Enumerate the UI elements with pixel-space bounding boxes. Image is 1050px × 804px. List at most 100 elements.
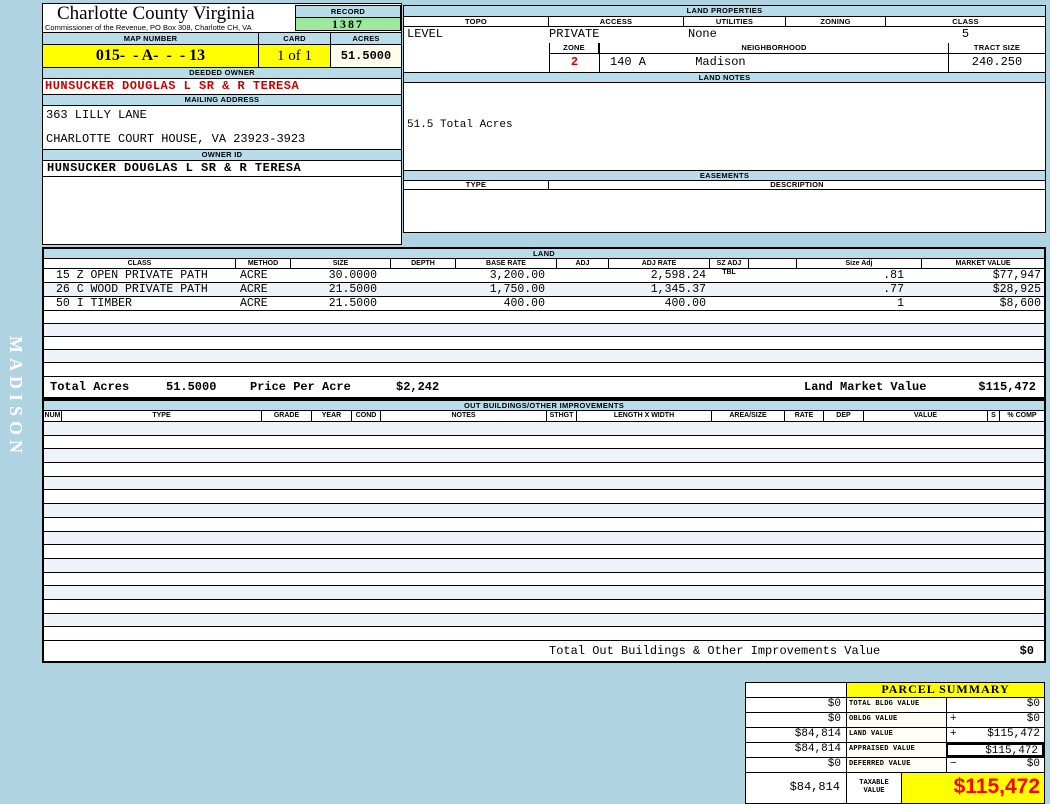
ps-row-obldg: $0 OBLDG VALUE + $0 <box>746 712 1044 727</box>
tract-size-value: 240.250 <box>971 55 1023 69</box>
land-note: 51.5 Total Acres <box>407 119 513 131</box>
ps-value: $0 <box>1026 713 1040 725</box>
ob-empty-row <box>44 518 1044 532</box>
easements-headers: TYPE DESCRIPTION <box>404 181 1045 190</box>
land-row-size: 21.5000 <box>328 297 377 310</box>
ps-taxable-prior: $84,814 <box>789 780 840 794</box>
ob-rate-header: RATE <box>785 411 824 421</box>
neighborhood-code: 140 A <box>610 55 647 69</box>
ob-s-header: S <box>988 411 1000 421</box>
land-row-blank <box>749 283 797 296</box>
owner-panel: Charlotte County Virginia Commissioner o… <box>42 3 402 245</box>
ob-year-header: YEAR <box>312 411 352 421</box>
ob-empty-row <box>44 449 1044 464</box>
land-row: 50 I TIMBER ACRE 21.5000 400.00 400.00 1… <box>44 297 1044 311</box>
land-row-market-value: $77,947 <box>992 269 1041 282</box>
out-buildings-panel: OUT BUILDINGS/OTHER IMPROVEMENTS NUM TYP… <box>42 399 1046 663</box>
parcel-summary-panel: PARCEL SUMMARY $0 TOTAL BLDG VALUE $0 $0… <box>745 682 1045 804</box>
ob-empty-row <box>44 600 1044 614</box>
zoning-label: ZONING <box>786 17 886 26</box>
owner-id-value: HUNSUCKER DOUGLAS L SR & R TERESA <box>43 161 401 177</box>
map-number-label: MAP NUMBER <box>43 33 259 45</box>
land-row-sz-adj-tbl <box>710 283 749 296</box>
land-empty-row <box>44 311 1044 324</box>
ob-num-header: NUM <box>44 411 62 421</box>
ob-empty-row <box>44 613 1044 628</box>
land-blank-header <box>749 259 797 268</box>
ps-value: $115,472 <box>987 728 1040 740</box>
ps-prior-value: $84,814 <box>794 743 841 755</box>
land-empty-row <box>44 363 1044 376</box>
ob-area-size-header: AREA/SIZE <box>712 411 785 421</box>
land-row-depth <box>391 283 456 296</box>
address-line-1: 363 LILLY LANE <box>46 108 147 122</box>
zone-row-spacer <box>404 43 549 72</box>
card-value: 1 of 1 <box>259 45 331 67</box>
land-row-size-adj: .81 <box>883 269 904 282</box>
ob-empty-row <box>44 531 1044 546</box>
ps-row-value-cell: + $0 <box>946 713 1044 727</box>
ob-empty-row <box>44 490 1044 505</box>
land-row-adj-rate: 2,598.24 <box>650 269 706 282</box>
land-table-headers: CLASS METHOD SIZE DEPTH BASE RATE ADJ AD… <box>44 259 1044 276</box>
taxable-value: $115,472 <box>901 773 1044 803</box>
land-row-sz-adj-tbl <box>710 297 749 310</box>
ps-row-taxable: $84,814 TAXABLE VALUE $115,472 <box>746 772 1044 803</box>
land-row-base-rate: 1,750.00 <box>489 283 545 296</box>
neighborhood-value: 140 A Madison <box>600 54 948 71</box>
land-row-adj <box>557 297 609 310</box>
ob-empty-row <box>44 436 1044 450</box>
ob-empty-row <box>44 504 1044 518</box>
ob-grade-header: GRADE <box>262 411 312 421</box>
utilities-value: None <box>688 27 717 41</box>
land-empty-row <box>44 350 1044 363</box>
land-table-panel: LAND CLASS METHOD SIZE DEPTH BASE RATE A… <box>42 247 1046 399</box>
ob-empty-row <box>44 586 1044 600</box>
ps-row-label: LAND VALUE <box>846 728 946 742</box>
ps-row-land: $84,814 LAND VALUE + $115,472 <box>746 727 1044 742</box>
ob-notes-header: NOTES <box>381 411 547 421</box>
topo-value: LEVEL <box>407 27 444 41</box>
parcel-summary-title: PARCEL SUMMARY <box>846 683 1044 697</box>
land-totals-row: Total Acres 51.5000 Price Per Acre $2,24… <box>44 376 1044 397</box>
land-row-method: ACRE <box>240 297 268 310</box>
land-properties-headers: TOPO ACCESS UTILITIES ZONING CLASS <box>404 17 1045 27</box>
land-section-label: LAND <box>44 249 1044 259</box>
ob-length-width-header: LENGTH X WIDTH <box>577 411 712 421</box>
out-buildings-total-row: Total Out Buildings & Other Improvements… <box>44 641 1044 661</box>
parcel-summary-header-row: PARCEL SUMMARY <box>746 683 1044 697</box>
address-line-2: CHARLOTTE COURT HOUSE, VA 23923-3923 <box>46 132 306 146</box>
land-row-depth <box>391 297 456 310</box>
ob-pct-comp-header: % COMP <box>1007 412 1037 419</box>
neighborhood-name: Madison <box>695 55 746 69</box>
land-row-adj-rate: 1,345.37 <box>650 283 706 296</box>
neighborhood-label: NEIGHBORHOOD <box>600 43 948 54</box>
mailing-address-label: MAILING ADDRESS <box>43 95 401 106</box>
total-acres-value: 51.5000 <box>166 380 217 394</box>
ps-row-label: DEFERRED VALUE <box>846 758 946 772</box>
ps-row-total-bldg: $0 TOTAL BLDG VALUE $0 <box>746 697 1044 712</box>
ob-empty-row <box>44 476 1044 491</box>
land-method-header: METHOD <box>236 259 291 268</box>
ob-empty-row <box>44 463 1044 477</box>
ps-row-label: APPRAISED VALUE <box>846 743 946 757</box>
ps-prior-value: $84,814 <box>794 728 841 740</box>
record-box: RECORD 1387 <box>295 5 401 31</box>
land-row-adj <box>557 283 609 296</box>
land-market-value-label: Land Market Value <box>804 380 927 394</box>
land-row-size: 30.0000 <box>328 269 377 282</box>
ob-value-header: VALUE <box>864 411 988 421</box>
ob-sthgt-header: STHGT <box>547 411 577 421</box>
land-row-blank <box>749 297 797 310</box>
ob-cond-header: COND <box>352 411 381 421</box>
land-adj-header: ADJ <box>557 259 609 268</box>
zone-value: 2 <box>570 55 579 69</box>
zone-neighborhood-row: ZONE 2 NEIGHBORHOOD 140 A Madison TRACT … <box>404 43 1045 72</box>
land-row-size: 21.5000 <box>328 283 377 296</box>
land-row-blank <box>749 269 797 282</box>
parcel-id-values: 015- - A- - - 13 1 of 1 51.5000 <box>43 45 401 68</box>
land-base-rate-header: BASE RATE <box>456 259 557 268</box>
total-acres-label: Total Acres <box>50 380 130 394</box>
land-depth-header: DEPTH <box>391 259 456 268</box>
class-label: CLASS <box>952 17 979 26</box>
